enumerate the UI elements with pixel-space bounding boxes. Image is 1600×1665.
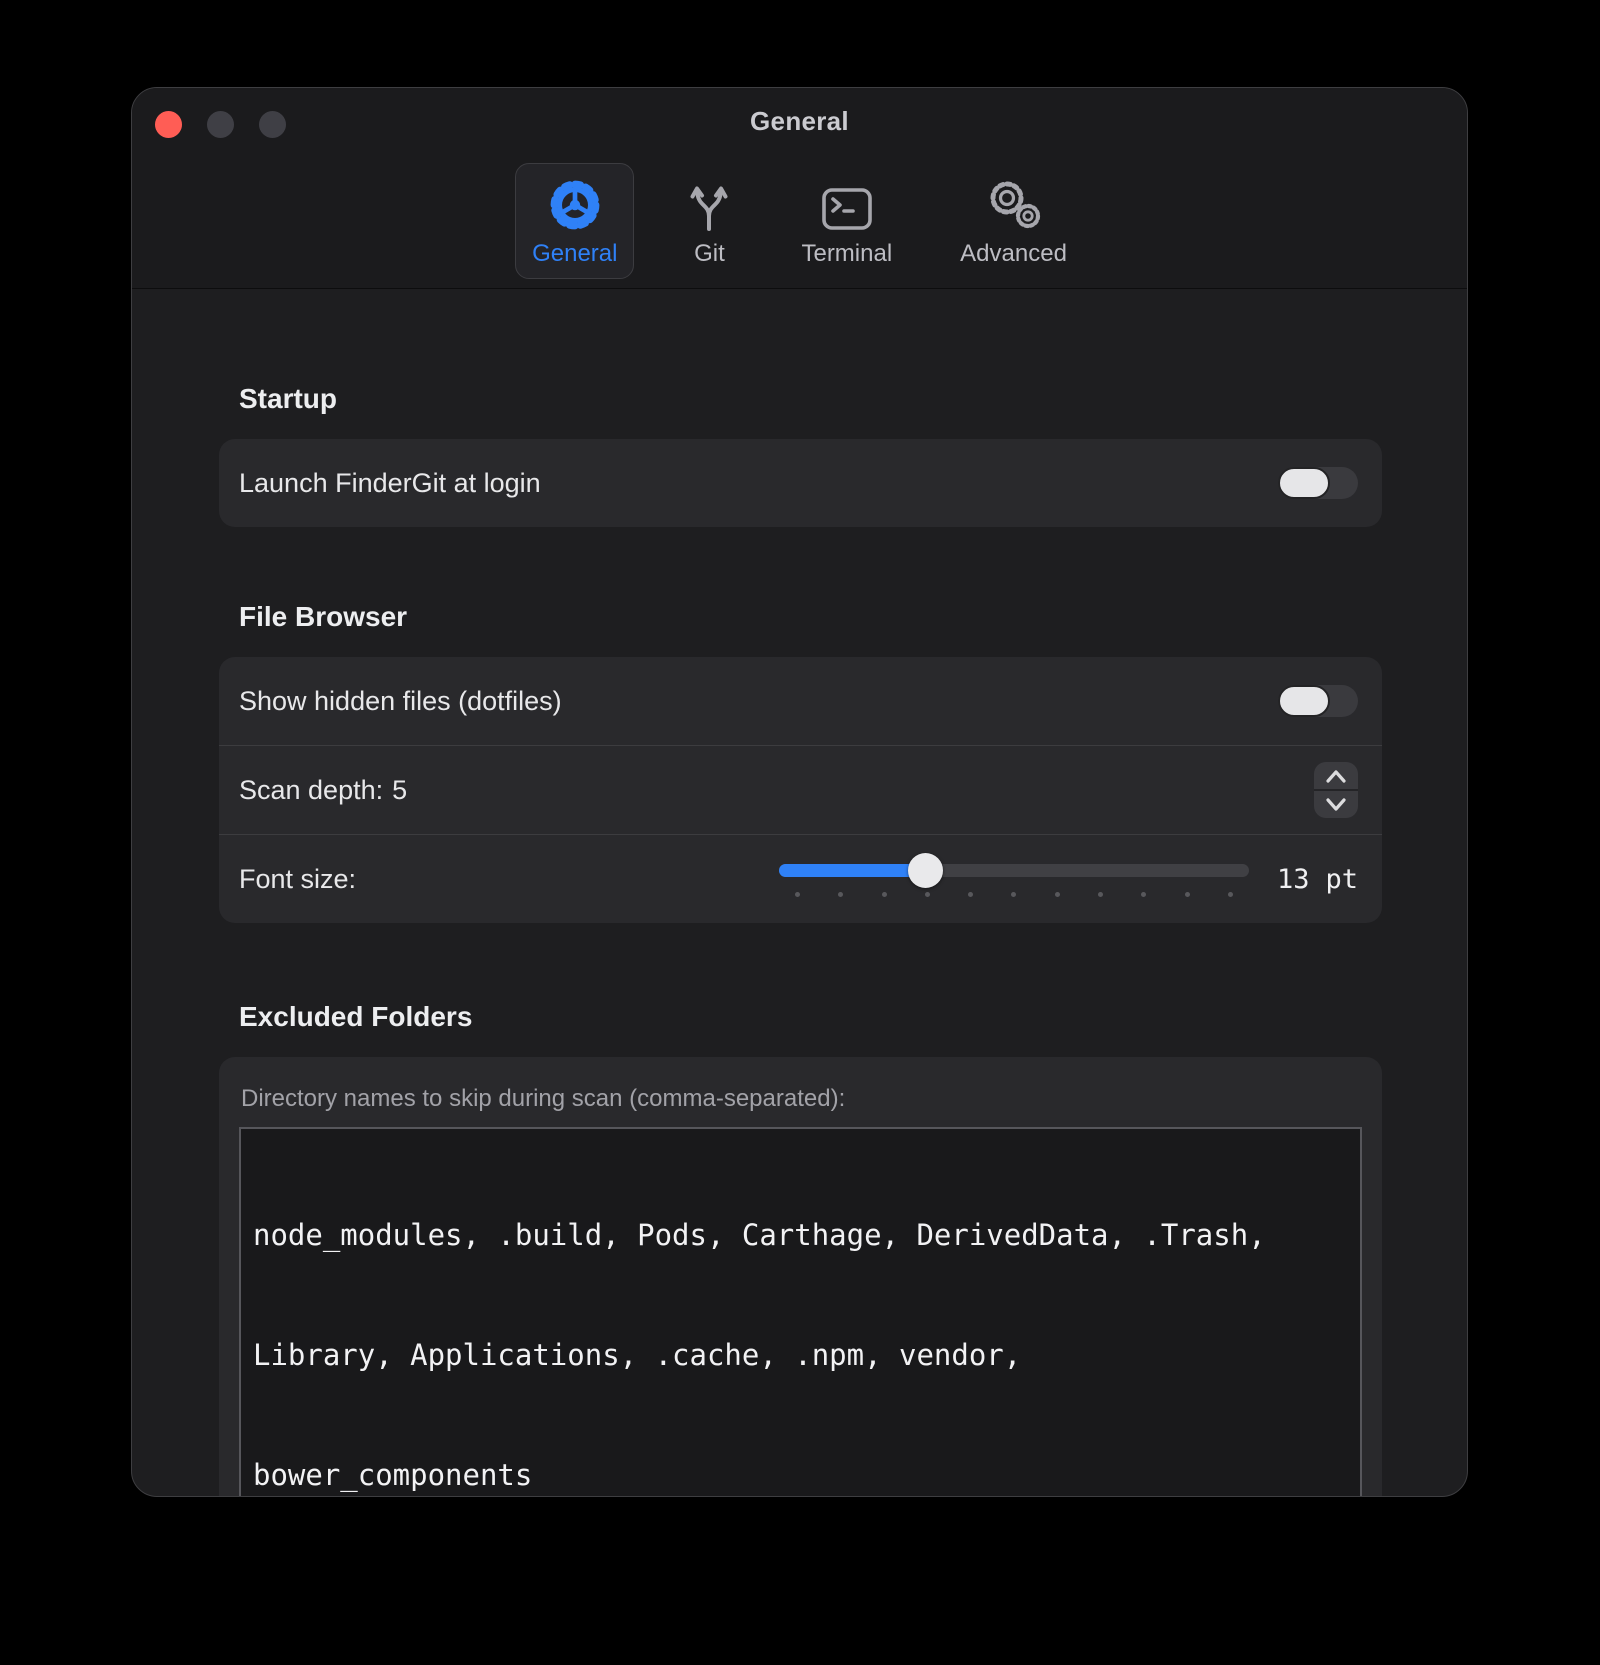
font-size-label: Font size: [239, 863, 357, 894]
startup-card: Launch FinderGit at login [219, 439, 1382, 527]
excluded-folders-textarea[interactable]: node_modules, .build, Pods, Carthage, De… [239, 1127, 1362, 1496]
textarea-line: node_modules, .build, Pods, Carthage, De… [253, 1218, 1266, 1252]
launch-at-login-label: Launch FinderGit at login [239, 467, 541, 498]
slider-ticks [794, 892, 1233, 897]
excluded-folders-heading: Excluded Folders [239, 1001, 473, 1032]
tab-terminal-label: Terminal [801, 240, 893, 267]
excluded-folders-card: Directory names to skip during scan (com… [219, 1057, 1382, 1496]
tab-advanced[interactable]: Advanced [943, 163, 1084, 279]
gears-icon [983, 176, 1045, 232]
minimize-button[interactable] [207, 111, 234, 138]
traffic-lights [155, 111, 286, 138]
hidden-files-toggle[interactable] [1278, 685, 1358, 717]
toggle-knob [1278, 467, 1330, 499]
scan-depth-stepper [1314, 762, 1358, 818]
launch-at-login-toggle[interactable] [1278, 467, 1358, 499]
slider-fill [778, 864, 925, 877]
settings-content: Startup Launch FinderGit at login File B… [132, 289, 1467, 1496]
toolbar: General Git Terminal Advanced [132, 154, 1467, 288]
preferences-window: General General Git Terminal Advanced St… [131, 87, 1468, 1497]
scan-depth-row: Scan depth: 5 [219, 745, 1382, 834]
zoom-button[interactable] [259, 111, 286, 138]
chevron-down-icon [1326, 797, 1346, 811]
launch-at-login-row: Launch FinderGit at login [219, 439, 1382, 527]
textarea-line: Library, Applications, .cache, .npm, ven… [253, 1338, 1022, 1372]
scan-depth-value: 5 [392, 774, 408, 805]
terminal-icon [819, 176, 875, 232]
font-size-slider[interactable] [778, 853, 1249, 902]
scan-depth-label: Scan depth: 5 [239, 774, 408, 805]
toggle-knob [1278, 685, 1330, 717]
excluded-folders-field-label: Directory names to skip during scan (com… [241, 1085, 846, 1112]
font-size-row: Font size: 13 pt [219, 834, 1382, 923]
textarea-line: bower_components [253, 1458, 533, 1492]
gear-icon [548, 176, 602, 232]
tab-git[interactable]: Git [668, 163, 750, 279]
file-browser-heading: File Browser [239, 601, 408, 632]
tab-terminal[interactable]: Terminal [784, 163, 909, 279]
tab-general-label: General [532, 240, 618, 267]
hidden-files-label: Show hidden files (dotfiles) [239, 685, 562, 716]
titlebar[interactable]: General [132, 88, 1467, 154]
close-button[interactable] [155, 111, 182, 138]
font-size-value: 13 pt [1276, 863, 1358, 895]
startup-heading: Startup [239, 383, 337, 414]
stepper-decrement-button[interactable] [1314, 789, 1358, 818]
chevron-up-icon [1326, 769, 1346, 783]
file-browser-card: Show hidden files (dotfiles) Scan depth:… [219, 657, 1382, 923]
tab-advanced-label: Advanced [960, 240, 1067, 267]
stepper-increment-button[interactable] [1314, 762, 1358, 789]
git-branch-icon [685, 176, 733, 232]
tab-general[interactable]: General [515, 163, 635, 279]
window-title: General [750, 105, 849, 136]
slider-knob[interactable] [907, 853, 943, 888]
hidden-files-row: Show hidden files (dotfiles) [219, 657, 1382, 745]
window-header: General General Git Terminal Advanced [132, 88, 1467, 289]
tab-git-label: Git [694, 240, 725, 267]
